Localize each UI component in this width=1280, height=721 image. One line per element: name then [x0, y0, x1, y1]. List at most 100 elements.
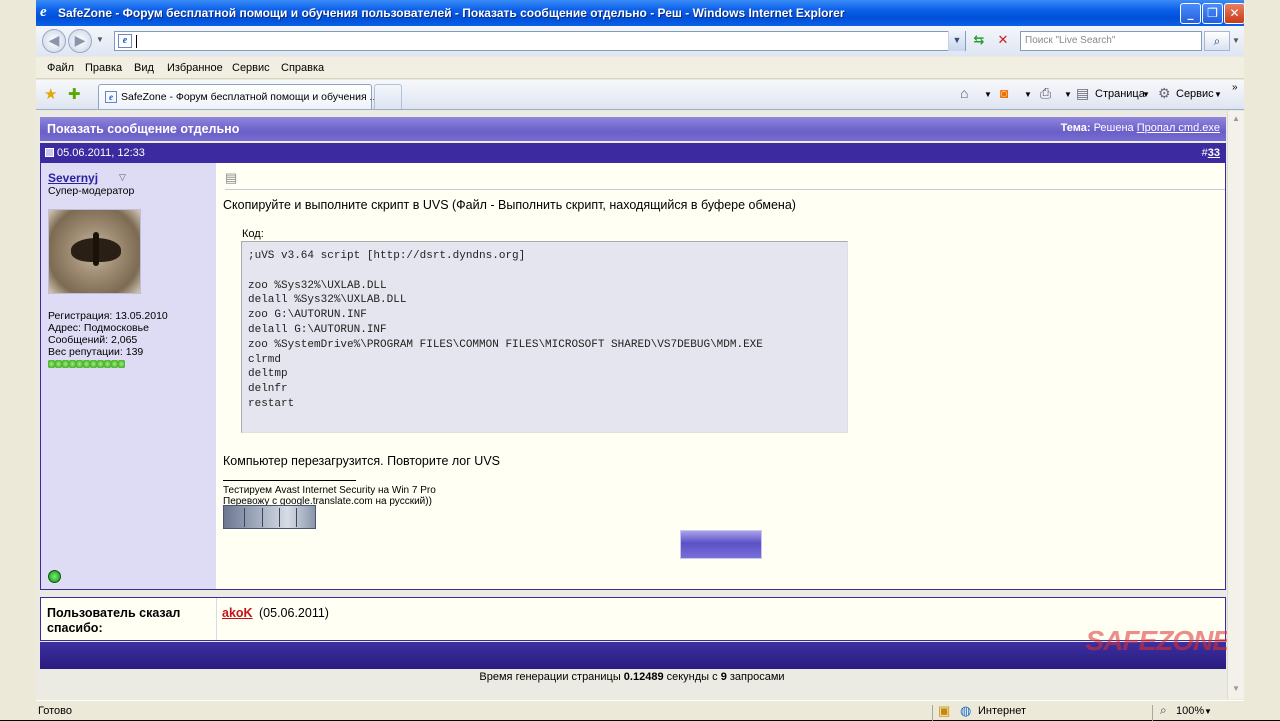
safezone-logo: SAFEZONE	[1085, 625, 1231, 656]
tools-dropdown-icon[interactable]: ▼	[1214, 90, 1222, 99]
reputation-dot	[69, 360, 76, 368]
code-line: zoo G:\AUTORUN.INF	[248, 309, 367, 322]
username-link[interactable]: Severnyj	[48, 171, 98, 185]
user-title: Супер-модератор	[48, 185, 135, 197]
address-input[interactable]: e	[114, 31, 966, 51]
menu-help[interactable]: Справка	[281, 62, 324, 74]
print-icon[interactable]: ⎙	[1040, 85, 1051, 102]
reputation-dot	[62, 360, 69, 368]
gen-time-prefix: Время генерации страницы	[479, 671, 621, 683]
reputation-dot	[104, 360, 111, 368]
maximize-button[interactable]: ❐	[1202, 3, 1223, 24]
menu-view[interactable]: Вид	[134, 62, 154, 74]
internet-zone-icon: ◍	[960, 703, 972, 718]
page-menu-button[interactable]: Страница	[1095, 88, 1145, 100]
reputation-bar	[48, 359, 125, 368]
post-date: 05.06.2011, 12:33	[57, 147, 145, 159]
refresh-icon[interactable]: ⇆	[970, 32, 988, 50]
page-content: Показать сообщение отдельно Тема: Решена…	[36, 111, 1244, 699]
title-bar: e SafeZone - Форум бесплатной помощи и о…	[36, 0, 1245, 26]
rss-dropdown-icon[interactable]: ▼	[1024, 90, 1032, 99]
thanks-row: Пользователь сказал спасибо: akoK (05.06…	[40, 597, 1226, 641]
print-dropdown-icon[interactable]: ▼	[1064, 90, 1072, 99]
forward-button[interactable]: ▶	[68, 29, 92, 53]
status-separator-2	[1152, 705, 1153, 721]
post-icon	[45, 148, 54, 157]
gear-icon: ⚙	[1158, 85, 1171, 101]
thread-info: Тема: Решена Пропал cmd.exe	[1061, 122, 1220, 134]
code-line: delnfr	[248, 383, 288, 396]
stop-icon[interactable]: ✕	[994, 32, 1012, 50]
online-status-icon	[48, 570, 61, 583]
code-line: delall %Sys32%\UXLAB.DLL	[248, 294, 407, 307]
signature-image	[223, 505, 316, 529]
generation-time: Время генерации страницы 0.12489 секунды…	[36, 671, 1228, 683]
signature-divider	[223, 480, 356, 481]
user-reputation: Вес репутации: 139	[48, 346, 144, 358]
menu-file[interactable]: Файл	[47, 62, 74, 74]
add-favorites-icon[interactable]: ✚	[68, 85, 81, 103]
zoom-icon[interactable]: ⌕	[1160, 703, 1167, 718]
post-number-link[interactable]: 33	[1208, 147, 1220, 159]
search-button[interactable]: ⌕	[1204, 31, 1230, 51]
rss-feed-icon[interactable]: ◙	[1000, 85, 1008, 101]
address-dropdown-icon[interactable]: ▼	[948, 31, 965, 51]
zoom-dropdown-icon[interactable]: ▼	[1204, 707, 1212, 716]
user-posts: Сообщений: 2,065	[48, 334, 138, 346]
page-menu-icon: ▤	[1076, 85, 1090, 101]
reputation-dot	[118, 360, 125, 368]
code-block[interactable]: ;uVS v3.64 script [http://dsrt.dyndns.or…	[241, 241, 848, 433]
reputation-dot	[76, 360, 83, 368]
favorites-star-icon[interactable]: ★	[44, 85, 57, 103]
new-tab-button[interactable]	[374, 84, 402, 109]
post-number[interactable]: #33	[1202, 147, 1220, 159]
thanks-button[interactable]	[680, 530, 762, 559]
reputation-dot	[48, 360, 55, 368]
history-dropdown-icon[interactable]: ▼	[96, 35, 104, 44]
text-caret	[136, 35, 137, 48]
message-divider	[225, 189, 1225, 190]
gen-time-middle: секунды с	[666, 671, 718, 683]
zone-text: Интернет	[978, 705, 1026, 717]
reputation-dot	[111, 360, 118, 368]
home-icon[interactable]: ⌂	[960, 85, 968, 101]
user-info-column: Severnyj ▽ Супер-модератор Регистрация: …	[41, 163, 216, 589]
thanks-date: (05.06.2011)	[259, 606, 329, 620]
reputation-dot	[97, 360, 104, 368]
close-button[interactable]: ✕	[1224, 3, 1245, 24]
tab-safezone[interactable]: e SafeZone - Форум бесплатной помощи и о…	[98, 84, 378, 109]
search-placeholder: Поиск "Live Search"	[1025, 35, 1116, 46]
scroll-down-icon[interactable]: ▼	[1230, 684, 1242, 696]
window-title: SafeZone - Форум бесплатной помощи и обу…	[58, 6, 845, 20]
thanks-user-link[interactable]: akoK	[222, 606, 253, 620]
page-menu-dropdown-icon[interactable]: ▼	[1142, 90, 1150, 99]
thanks-separator	[216, 598, 217, 640]
thread-status: Решена	[1093, 122, 1134, 134]
search-options-icon[interactable]: ▼	[1232, 36, 1240, 45]
reputation-dot	[55, 360, 62, 368]
thread-link[interactable]: Пропал cmd.exe	[1137, 122, 1220, 134]
code-line: zoo %Sys32%\UXLAB.DLL	[248, 279, 387, 292]
zoom-level[interactable]: 100%	[1176, 705, 1204, 717]
post-header: Показать сообщение отдельно Тема: Решена…	[40, 117, 1226, 141]
tools-menu-button[interactable]: Сервис	[1176, 88, 1214, 100]
back-button[interactable]: ◀	[42, 29, 66, 53]
ie-logo-icon: e	[40, 4, 47, 20]
tab-favicon: e	[105, 91, 117, 103]
minimize-button[interactable]: _	[1180, 3, 1201, 24]
menu-tools[interactable]: Сервис	[232, 62, 270, 74]
user-menu-icon[interactable]: ▽	[119, 172, 126, 183]
menu-favorites[interactable]: Избранное	[167, 62, 223, 74]
menu-edit[interactable]: Правка	[85, 62, 122, 74]
home-dropdown-icon[interactable]: ▼	[984, 90, 992, 99]
message-doc-icon: ▤	[225, 170, 238, 185]
vertical-scrollbar[interactable]: ▲ ▼	[1227, 111, 1244, 699]
toolbar-overflow-icon[interactable]: »	[1232, 82, 1238, 93]
code-line: restart	[248, 397, 295, 410]
scroll-up-icon[interactable]: ▲	[1230, 114, 1242, 126]
page-icon: e	[118, 34, 132, 48]
tab-label: SafeZone - Форум бесплатной помощи и обу…	[121, 91, 379, 103]
reputation-dot	[83, 360, 90, 368]
search-input[interactable]: Поиск "Live Search"	[1020, 31, 1202, 51]
